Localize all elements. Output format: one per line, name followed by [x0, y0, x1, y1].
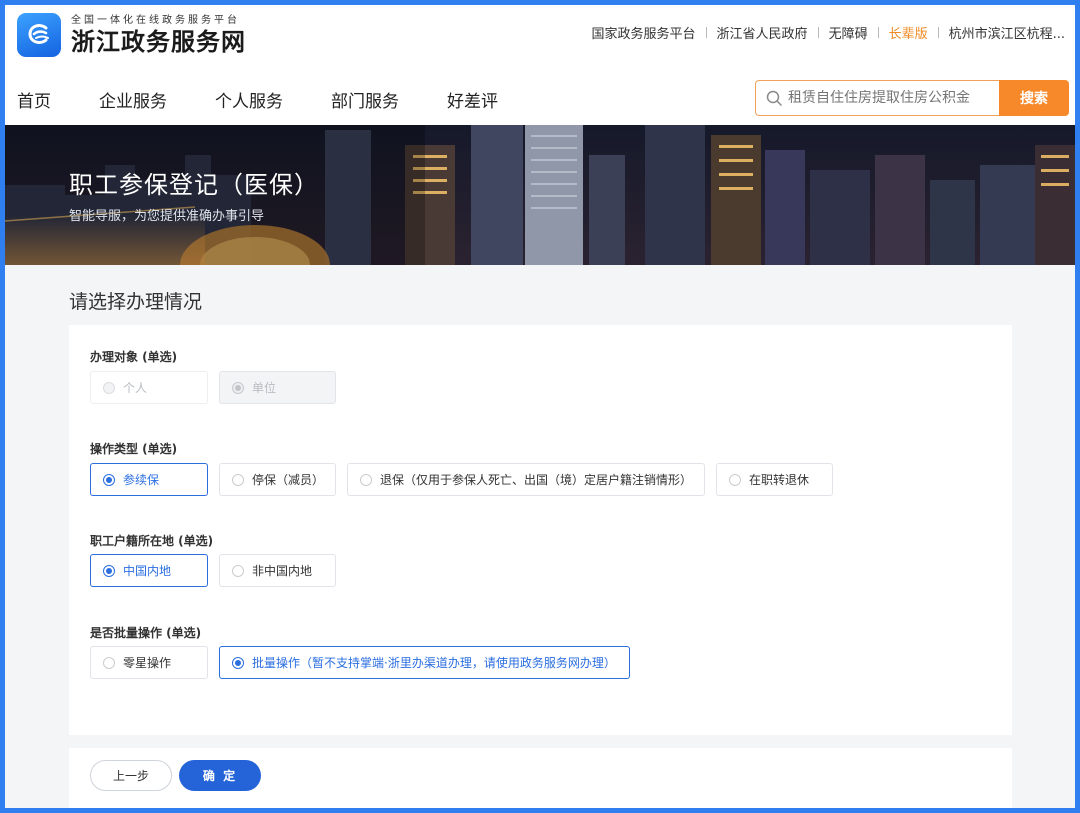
section-title: 请选择办理情况 [69, 291, 203, 313]
logo-title: 浙江政务服务网 [71, 27, 246, 56]
search-icon [766, 90, 782, 106]
top-link-elder-mode[interactable]: 长辈版 [889, 23, 928, 42]
top-link-accessibility[interactable]: 无障碍 [829, 23, 868, 42]
option-label: 批量操作（暂不支持掌端·浙里办渠道办理，请使用政务服务网办理） [252, 656, 616, 670]
radio-icon [729, 473, 741, 486]
nav-item-personal[interactable]: 个人服务 [215, 87, 283, 112]
group-label-operation-type: 操作类型 (单选) [90, 442, 178, 456]
page-banner: 职工参保登记（医保） 智能导服，为您提供准确办事引导 [5, 125, 1075, 265]
previous-step-button[interactable]: 上一步 [90, 760, 172, 791]
nav-item-enterprise[interactable]: 企业服务 [99, 87, 167, 112]
option-label: 非中国内地 [252, 564, 313, 578]
top-link-provincial-government[interactable]: 浙江省人民政府 [717, 23, 808, 42]
top-links: 国家政务服务平台 浙江省人民政府 无障碍 长辈版 杭州市滨江区杭程... [592, 23, 1065, 42]
option-batch-operation[interactable]: 批量操作（暂不支持掌端·浙里办渠道办理，请使用政务服务网办理） [219, 646, 630, 679]
search-input[interactable] [788, 90, 988, 106]
option-individual[interactable]: 个人 [90, 371, 208, 404]
divider [877, 27, 879, 38]
group-label-applicant: 办理对象 (单选) [90, 350, 178, 364]
main-nav: 首页 企业服务 个人服务 部门服务 好差评 搜索 [5, 71, 1075, 125]
radio-icon [103, 656, 115, 669]
site-logo[interactable]: 全国一体化在线政务服务平台 浙江政务服务网 [17, 13, 246, 57]
radio-icon [360, 473, 372, 486]
option-continue-insurance[interactable]: 参续保 [90, 463, 208, 496]
option-label: 中国内地 [123, 564, 172, 578]
option-label: 参续保 [123, 473, 160, 487]
logo-subtitle: 全国一体化在线政务服务平台 [71, 15, 240, 26]
search-field [755, 80, 999, 116]
option-label: 零星操作 [123, 656, 172, 670]
divider [937, 27, 939, 38]
confirm-button[interactable]: 确 定 [179, 760, 261, 791]
options-panel: 办理对象 (单选) 个人 单位 操作类型 (单选) 参续保 停保（减员） 退保（… [69, 325, 1012, 735]
nav-item-department[interactable]: 部门服务 [331, 87, 399, 112]
divider [705, 27, 707, 38]
banner-title: 职工参保登记（医保） [69, 171, 319, 199]
option-single-operation[interactable]: 零星操作 [90, 646, 208, 679]
top-header: 全国一体化在线政务服务平台 浙江政务服务网 国家政务服务平台 浙江省人民政府 无… [5, 5, 1075, 71]
search-bar: 搜索 [755, 80, 1069, 116]
banner-subtitle: 智能导服，为您提供准确办事引导 [69, 209, 265, 224]
radio-icon [232, 473, 244, 486]
option-stop-insurance[interactable]: 停保（减员） [219, 463, 336, 496]
option-retire-transfer[interactable]: 在职转退休 [716, 463, 833, 496]
group-label-batch: 是否批量操作 (单选) [90, 626, 202, 640]
top-link-national-platform[interactable]: 国家政务服务平台 [592, 23, 696, 42]
nav-item-rating[interactable]: 好差评 [447, 87, 498, 112]
divider [817, 27, 819, 38]
nav-item-home[interactable]: 首页 [17, 87, 51, 112]
group-label-household: 职工户籍所在地 (单选) [90, 534, 214, 548]
option-label: 个人 [123, 381, 148, 395]
radio-icon [103, 564, 115, 577]
radio-icon [232, 381, 244, 394]
option-non-mainland[interactable]: 非中国内地 [219, 554, 336, 587]
option-label: 退保（仅用于参保人死亡、出国（境）定居户籍注销情形） [380, 473, 693, 487]
radio-icon [103, 473, 115, 486]
search-button[interactable]: 搜索 [999, 80, 1069, 116]
option-withdraw-insurance[interactable]: 退保（仅用于参保人死亡、出国（境）定居户籍注销情形） [347, 463, 705, 496]
option-label: 在职转退休 [749, 473, 810, 487]
top-link-location[interactable]: 杭州市滨江区杭程... [949, 23, 1065, 42]
radio-icon [103, 381, 115, 394]
radio-icon [232, 656, 244, 669]
option-label: 单位 [252, 381, 277, 395]
action-bar: 上一步 确 定 [69, 748, 1012, 808]
radio-icon [232, 564, 244, 577]
option-organization[interactable]: 单位 [219, 371, 336, 404]
option-label: 停保（减员） [252, 473, 325, 487]
logo-icon [17, 13, 61, 57]
option-mainland[interactable]: 中国内地 [90, 554, 208, 587]
app-frame: 全国一体化在线政务服务平台 浙江政务服务网 国家政务服务平台 浙江省人民政府 无… [5, 5, 1075, 808]
